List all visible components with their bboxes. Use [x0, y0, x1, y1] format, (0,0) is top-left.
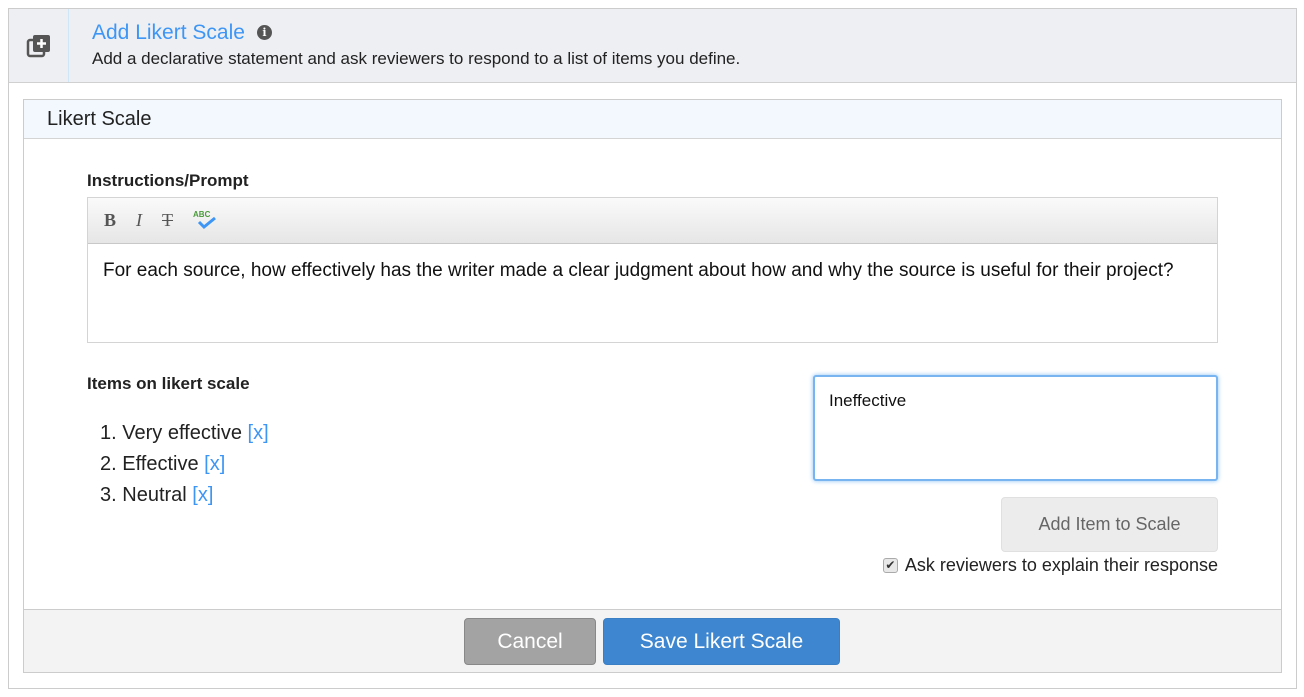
panel-title: Likert Scale — [24, 100, 1281, 139]
info-icon[interactable]: i — [256, 25, 272, 40]
remove-item-link[interactable]: [x] — [192, 484, 213, 506]
items-label: Items on likert scale — [87, 374, 250, 393]
dialog-subtitle: Add a declarative statement and ask revi… — [92, 49, 741, 68]
dialog-title: Add Likert Scale i — [92, 21, 272, 45]
remove-item-link[interactable]: [x] — [204, 453, 225, 475]
remove-item-link[interactable]: [x] — [248, 422, 269, 444]
likert-panel: Likert Scale Instructions/Prompt B I T A… — [23, 99, 1282, 673]
item-number: 3. — [100, 484, 117, 506]
prompt-label: Instructions/Prompt — [87, 171, 249, 190]
dialog-header: Add Likert Scale i Add a declarative stat… — [9, 9, 1296, 83]
item-number: 2. — [100, 453, 117, 475]
italic-icon[interactable]: I — [136, 210, 142, 231]
editor-toolbar: B I T ABC — [88, 198, 1217, 244]
bold-icon[interactable]: B — [104, 210, 116, 231]
item-text: Neutral — [122, 484, 187, 506]
item-number: 1. — [100, 422, 117, 444]
explain-checkbox[interactable]: ✔ — [882, 558, 898, 573]
save-button[interactable]: Save Likert Scale — [603, 618, 840, 665]
list-item: 1. Very effective [x] — [100, 418, 269, 449]
new-item-input[interactable]: Ineffective — [813, 375, 1218, 481]
item-text: Effective — [122, 453, 199, 475]
cancel-button[interactable]: Cancel — [464, 618, 596, 665]
title-text: Add Likert Scale — [92, 21, 245, 44]
likert-items-list: 1. Very effective [x] 2. Effective [x] 3… — [100, 418, 269, 511]
add-to-library-icon — [9, 9, 69, 82]
explain-response-option[interactable]: ✔ Ask reviewers to explain their respons… — [882, 555, 1218, 576]
add-item-button[interactable]: Add Item to Scale — [1001, 497, 1218, 552]
item-text: Very effective — [122, 422, 242, 444]
spellcheck-icon[interactable]: ABC — [193, 210, 219, 232]
prompt-editor: B I T ABC For each source, how effective… — [87, 197, 1218, 343]
list-item: 3. Neutral [x] — [100, 480, 269, 511]
strikethrough-icon[interactable]: T — [162, 210, 173, 231]
dialog-footer: Cancel Save Likert Scale — [24, 609, 1281, 672]
list-item: 2. Effective [x] — [100, 449, 269, 480]
likert-dialog: Add Likert Scale i Add a declarative stat… — [8, 8, 1297, 689]
explain-label: Ask reviewers to explain their response — [904, 555, 1218, 575]
prompt-text[interactable]: For each source, how effectively has the… — [88, 244, 1217, 297]
